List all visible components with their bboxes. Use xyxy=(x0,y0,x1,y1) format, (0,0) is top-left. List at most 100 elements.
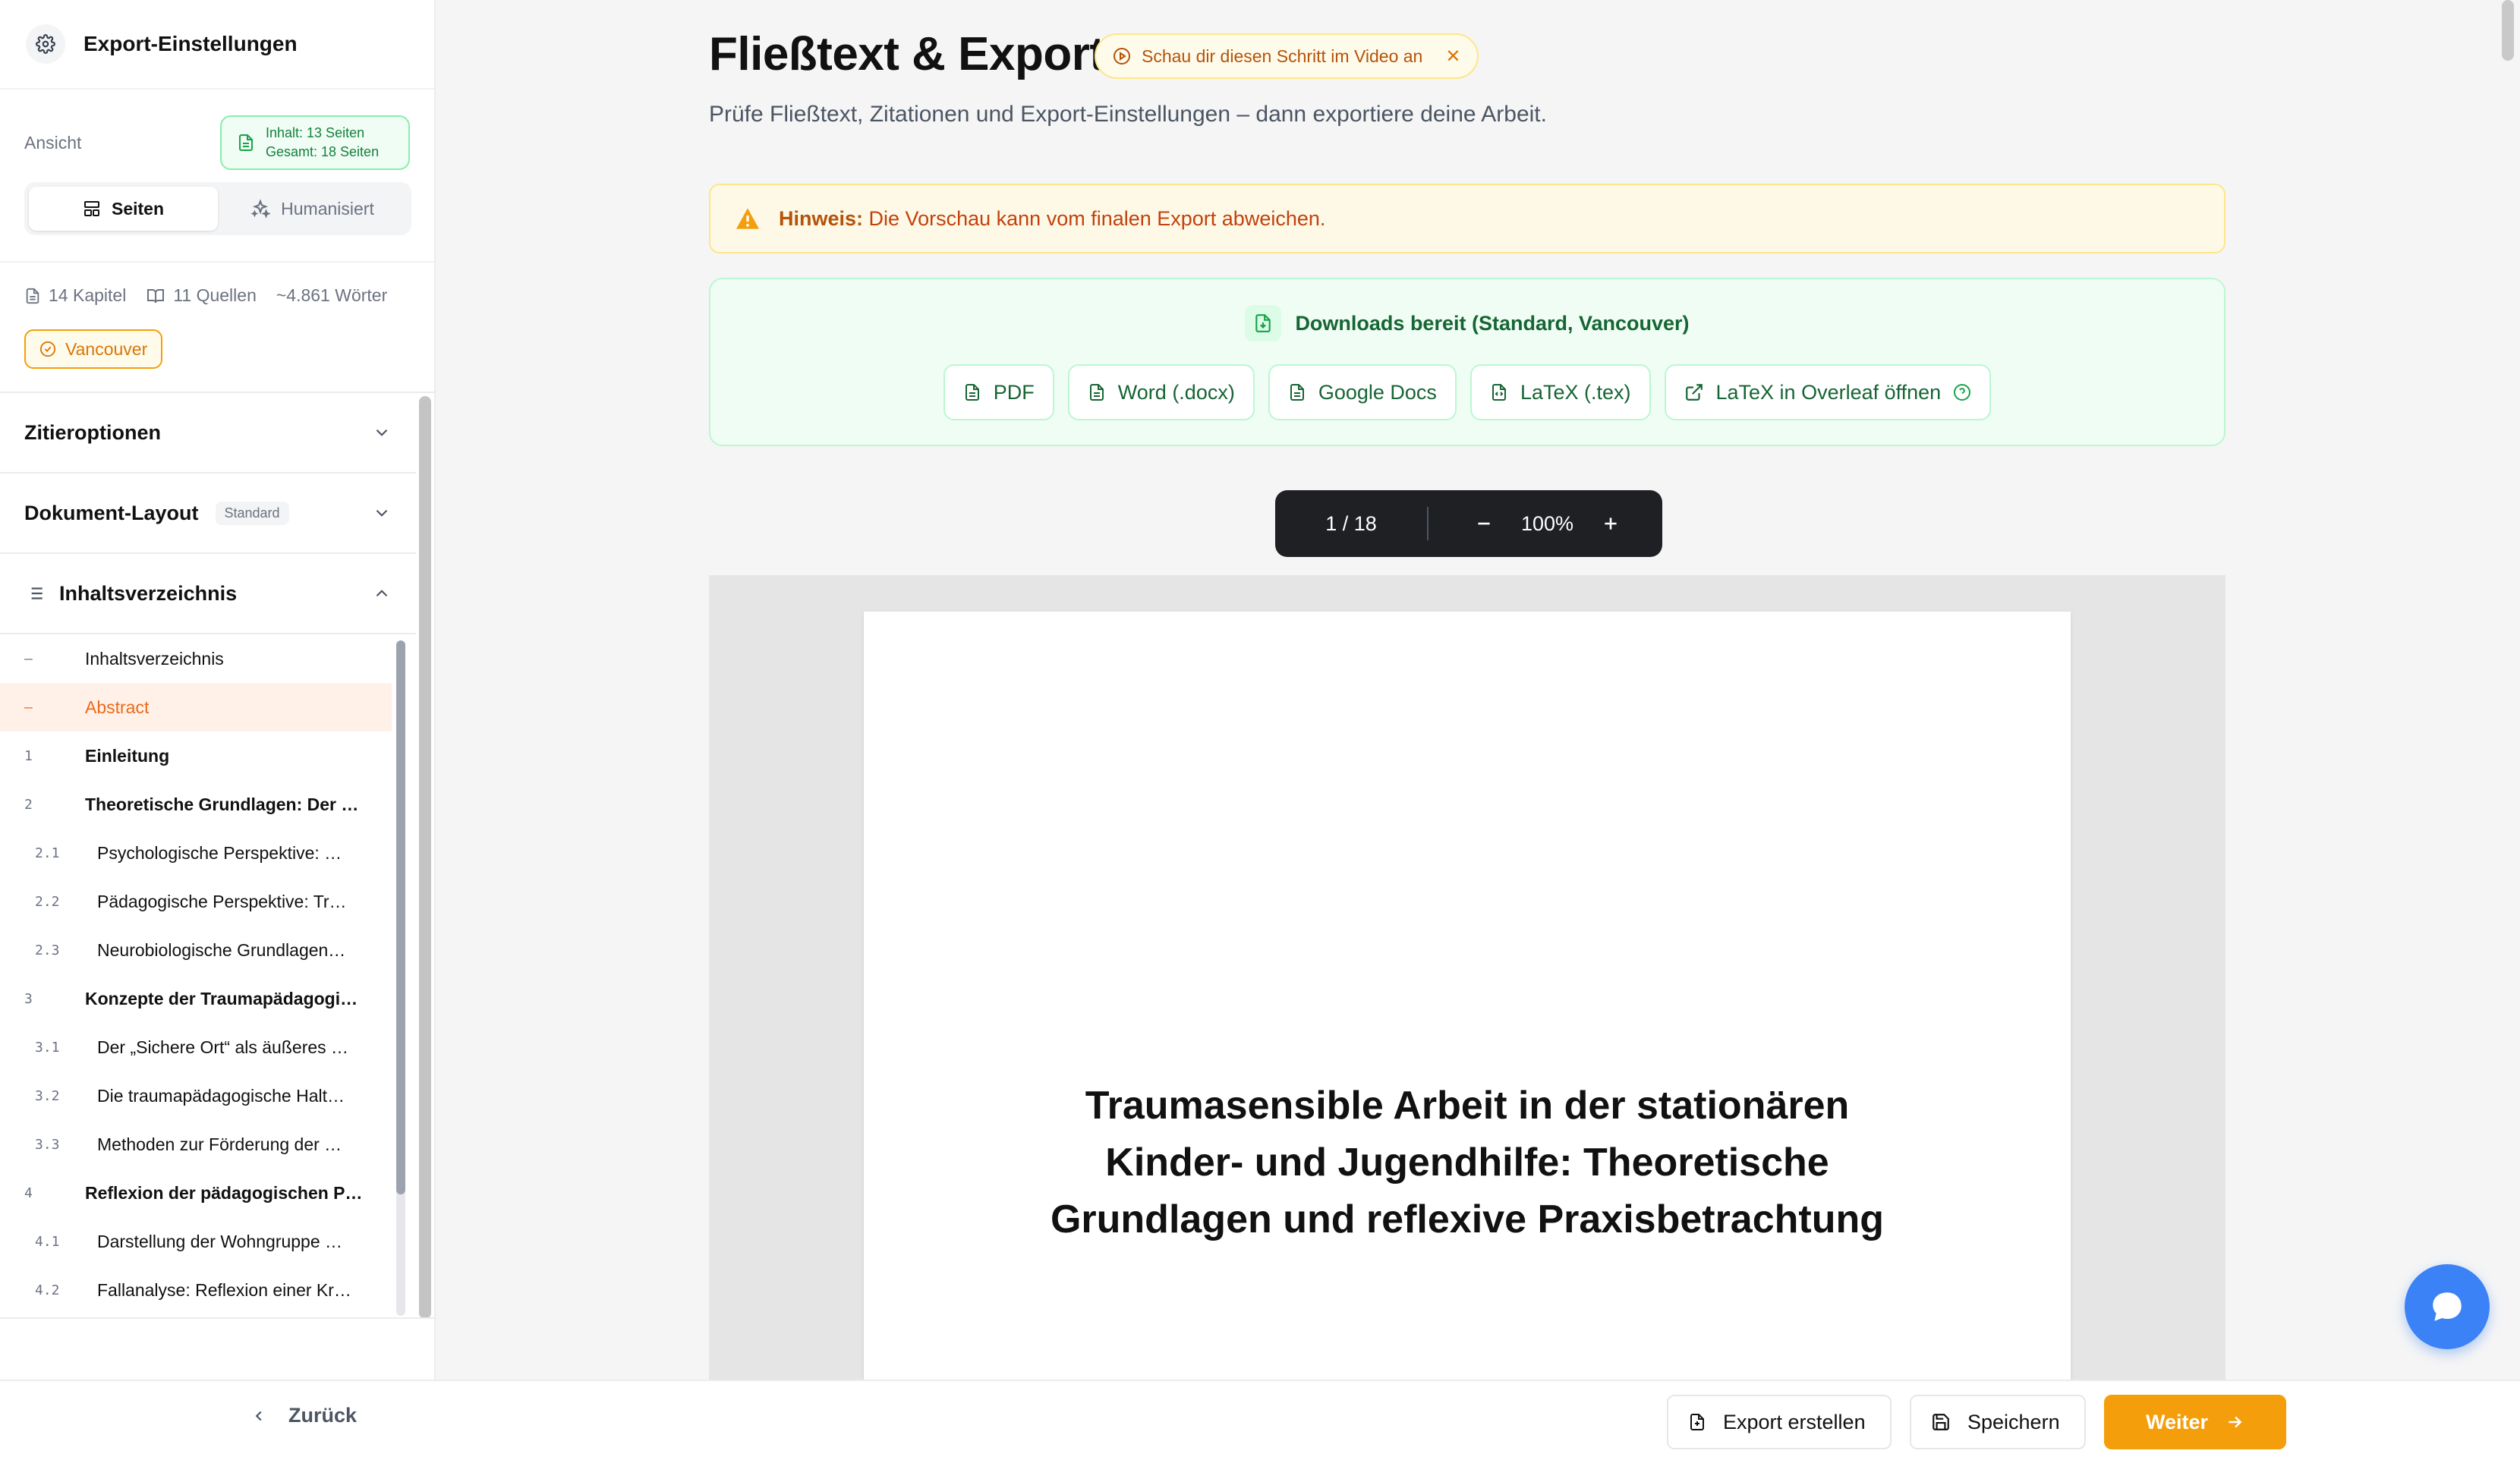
view-toggle: Seiten Humanisiert xyxy=(24,182,411,235)
chevron-down-icon xyxy=(372,423,392,442)
zoom-controls: 100% xyxy=(1429,512,1621,536)
file-text-icon xyxy=(1288,382,1306,403)
toc-item[interactable]: 4.1 Darstellung der Wohngruppe … xyxy=(0,1217,392,1266)
toc-item[interactable]: 3.3 Methoden zur Förderung der … xyxy=(0,1120,392,1169)
sidebar: Export-Einstellungen Ansicht Inhalt: 13 … xyxy=(0,0,436,1460)
section-title: Inhaltsverzeichnis xyxy=(59,581,238,605)
toc-item-label: Abstract xyxy=(85,697,150,717)
export-create-button[interactable]: Export erstellen xyxy=(1667,1395,1892,1449)
page-indicator: 1 / 18 xyxy=(1325,511,1377,535)
section-table-of-contents[interactable]: Inhaltsverzeichnis xyxy=(0,554,416,634)
toc-item[interactable]: — Inhaltsverzeichnis xyxy=(0,634,392,683)
toc-item[interactable]: 1 Einleitung xyxy=(0,732,392,780)
help-circle-icon[interactable] xyxy=(1953,383,1971,401)
book-open-icon xyxy=(146,287,165,305)
toc-item-number: 1 xyxy=(24,747,33,764)
divider xyxy=(0,261,434,263)
sidebar-scrollbar[interactable] xyxy=(419,396,431,1319)
stat-words-label: ~4.861 Wörter xyxy=(276,285,388,305)
download-pdf-button[interactable]: PDF xyxy=(943,364,1054,420)
check-circle-icon xyxy=(39,341,56,357)
seg-pages-label: Seiten xyxy=(111,198,165,219)
hint-text-wrap: Hinweis: Die Vorschau kann vom finalen E… xyxy=(779,207,1325,231)
footer-bar: Zurück Export erstellen Speichern Weiter xyxy=(0,1380,2520,1460)
download-google-docs-button[interactable]: Google Docs xyxy=(1268,364,1457,420)
toc-item-number: 4 xyxy=(24,1185,33,1201)
download-label: LaTeX in Overleaf öffnen xyxy=(1715,380,1942,404)
toc-item-label: Neurobiologische Grundlagen… xyxy=(97,939,346,960)
toc-item[interactable]: 2.2 Pädagogische Perspektive: Tr… xyxy=(0,877,392,926)
open-overleaf-button[interactable]: LaTeX in Overleaf öffnen xyxy=(1664,364,1992,420)
arrow-right-icon xyxy=(2225,1412,2244,1432)
zoom-in-icon[interactable] xyxy=(1601,514,1621,533)
chevron-down-icon xyxy=(372,503,392,523)
seg-humanized-button[interactable]: Humanisiert xyxy=(218,187,407,231)
toc-item-number: 2.2 xyxy=(35,893,60,910)
toc-item[interactable]: 2.1 Psychologische Perspektive: … xyxy=(0,829,392,877)
divider xyxy=(0,1317,434,1319)
sidebar-title: Export-Einstellungen xyxy=(83,32,298,55)
external-link-icon xyxy=(1684,382,1704,402)
save-button[interactable]: Speichern xyxy=(1910,1395,2086,1449)
toc-scrollbar[interactable] xyxy=(396,640,405,1316)
download-label: Google Docs xyxy=(1318,380,1437,404)
toc-item[interactable]: 3 Konzepte der Traumapädagogi… xyxy=(0,974,392,1023)
toc-item[interactable]: — Abstract xyxy=(0,683,392,732)
toc-list: — Inhaltsverzeichnis — Abstract 1 Einleitung 2… xyxy=(0,634,416,1314)
toc-item-label: Fallanalyse: Reflexion einer Kr… xyxy=(97,1279,351,1300)
stat-chapters-label: 14 Kapitel xyxy=(49,285,127,305)
toc-item[interactable]: 4 Reflexion der pädagogischen P… xyxy=(0,1169,392,1217)
file-code-icon xyxy=(1490,382,1508,403)
toc-item-label: Einleitung xyxy=(85,745,170,766)
download-buttons: PDF Word (.docx) Google Docs LaTeX (.tex… xyxy=(710,364,2224,420)
toc-item[interactable]: 4.2 Fallanalyse: Reflexion einer Kr… xyxy=(0,1266,392,1314)
stat-sources: 11 Quellen xyxy=(146,285,257,306)
close-icon[interactable]: ✕ xyxy=(1445,46,1460,68)
toc-item-number: 2.1 xyxy=(35,845,60,861)
window-scrollbar[interactable] xyxy=(2502,0,2514,61)
toc-item-label: Theoretische Grundlagen: Der … xyxy=(85,794,359,814)
downloads-panel: Downloads bereit (Standard, Vancouver) P… xyxy=(709,278,2225,446)
zoom-out-icon[interactable] xyxy=(1474,514,1494,533)
toc-item[interactable]: 2.3 Neurobiologische Grundlagen… xyxy=(0,926,392,974)
download-label: LaTeX (.tex) xyxy=(1520,380,1631,404)
toc-item-number: 4.2 xyxy=(35,1282,60,1298)
pages-content: Inhalt: 13 Seiten xyxy=(266,125,365,140)
section-document-layout[interactable]: Dokument-Layout Standard xyxy=(0,474,416,554)
document-preview[interactable]: Traumasensible Arbeit in der stationären… xyxy=(709,575,2225,1380)
toc-item[interactable]: 3.1 Der „Sichere Ort“ als äußeres … xyxy=(0,1023,392,1071)
video-tutorial-chip[interactable]: Schau dir diesen Schritt im Video an ✕ xyxy=(1095,33,1479,79)
chat-support-button[interactable] xyxy=(2405,1264,2490,1349)
file-text-icon xyxy=(1088,382,1106,403)
save-label: Speichern xyxy=(1967,1410,2060,1433)
seg-pages-button[interactable]: Seiten xyxy=(29,187,218,231)
sidebar-scrollbar-thumb[interactable] xyxy=(419,396,431,1319)
toc-item-number: 2 xyxy=(24,796,33,813)
gear-icon[interactable] xyxy=(26,24,65,64)
file-text-icon xyxy=(24,287,41,305)
citation-style-chip[interactable]: Vancouver xyxy=(24,329,163,369)
chevron-up-icon xyxy=(372,584,392,603)
toc-item[interactable]: 3.2 Die traumapädagogische Halt… xyxy=(0,1071,392,1120)
section-title: Zitieroptionen xyxy=(24,420,161,444)
file-download-icon xyxy=(1245,305,1282,341)
next-label: Weiter xyxy=(2145,1410,2209,1433)
section-citation-options[interactable]: Zitieroptionen xyxy=(0,393,416,474)
view-row: Ansicht Inhalt: 13 Seiten Gesamt: 18 Sei… xyxy=(24,114,410,171)
toc-item[interactable]: 2 Theoretische Grundlagen: Der … xyxy=(0,780,392,829)
section-title-wrap: Dokument-Layout Standard xyxy=(24,501,289,525)
preview-toolbar: 1 / 18 100% xyxy=(1275,490,1662,557)
back-button[interactable]: Zurück xyxy=(250,1404,357,1427)
document-icon xyxy=(237,133,255,153)
download-word-button[interactable]: Word (.docx) xyxy=(1067,364,1255,420)
toc-scrollbar-thumb[interactable] xyxy=(396,640,405,1194)
sidebar-header: Export-Einstellungen xyxy=(0,0,434,90)
next-button[interactable]: Weiter xyxy=(2104,1395,2286,1449)
view-label: Ansicht xyxy=(24,132,82,153)
toc-item-number: 3.2 xyxy=(35,1087,60,1104)
toc-item-label: Methoden zur Förderung der … xyxy=(97,1134,342,1154)
section-title: Dokument-Layout xyxy=(24,501,199,524)
toc-item-number: — xyxy=(24,699,33,716)
document-stats: 14 Kapitel 11 Quellen ~4.861 Wörter xyxy=(24,285,387,306)
download-latex-button[interactable]: LaTeX (.tex) xyxy=(1469,364,1651,420)
